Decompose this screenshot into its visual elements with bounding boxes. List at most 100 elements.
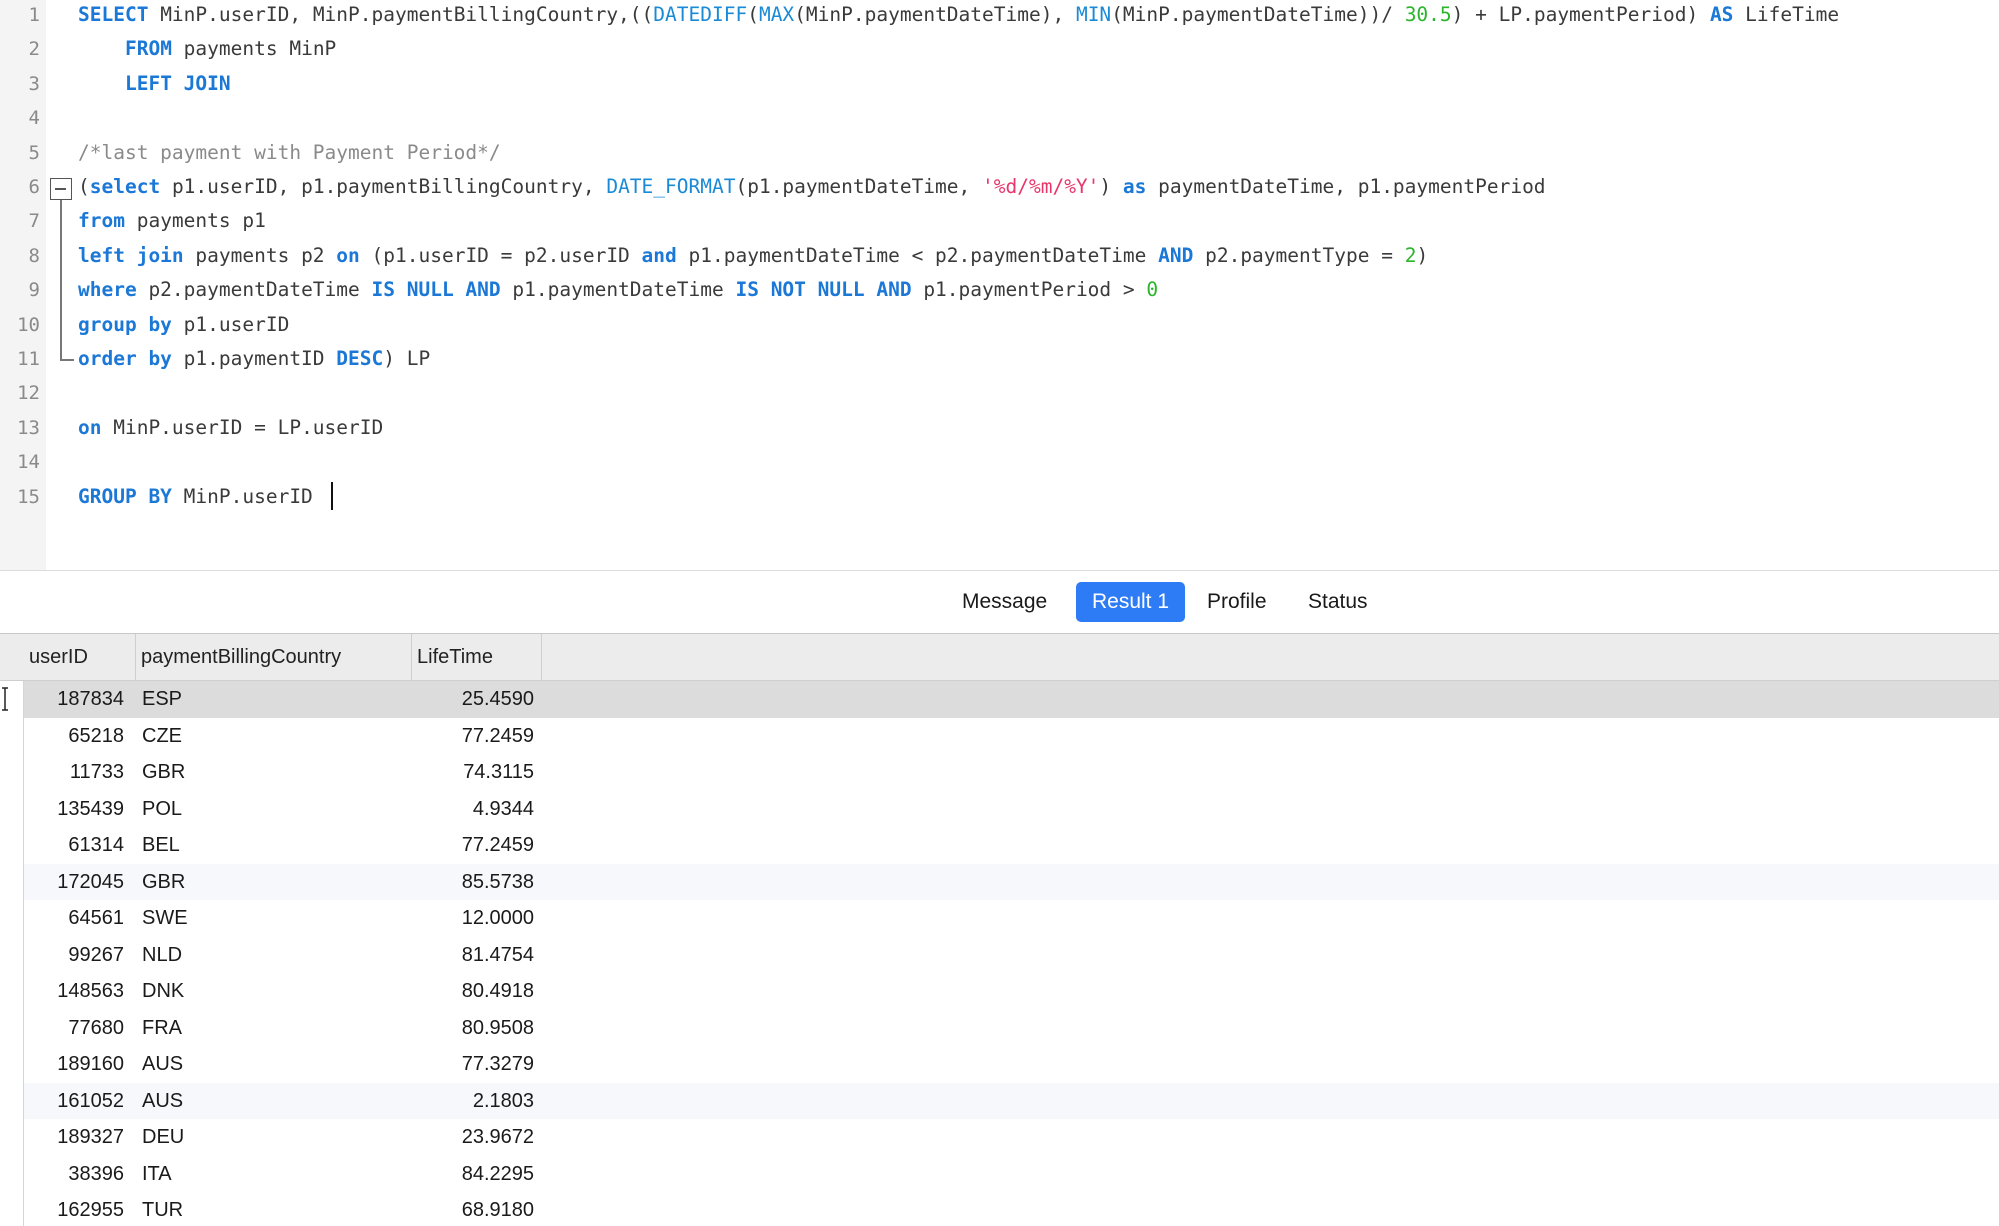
cell-paymentbillingcountry[interactable]: AUS xyxy=(142,1046,342,1083)
cell-userid[interactable]: 11733 xyxy=(24,754,130,791)
cell-userid[interactable]: 161052 xyxy=(24,1083,130,1120)
cell-lifetime[interactable]: 85.5738 xyxy=(324,864,534,901)
cell-paymentbillingcountry[interactable]: NLD xyxy=(142,937,342,974)
table-row[interactable]: 77680 FRA 80.9508 xyxy=(24,1010,1999,1047)
table-row[interactable]: 65218 CZE 77.2459 xyxy=(24,718,1999,755)
cell-userid[interactable]: 135439 xyxy=(24,791,130,828)
code-token: ) xyxy=(1099,175,1123,198)
cell-userid[interactable]: 189160 xyxy=(24,1046,130,1083)
cell-lifetime[interactable]: 2.1803 xyxy=(324,1083,534,1120)
cell-lifetime[interactable]: 74.3115 xyxy=(324,754,534,791)
code-line[interactable]: GROUP BY MinP.userID xyxy=(78,480,313,514)
cell-userid[interactable]: 38396 xyxy=(24,1156,130,1193)
tab-profile[interactable]: Profile xyxy=(1193,582,1281,622)
code-token: (MinP.paymentDateTime), xyxy=(794,3,1076,26)
tab-status[interactable]: Status xyxy=(1294,582,1382,622)
cell-lifetime[interactable]: 4.9344 xyxy=(324,791,534,828)
cell-paymentbillingcountry[interactable]: GBR xyxy=(142,864,342,901)
tab-result-1[interactable]: Result 1 xyxy=(1076,582,1185,622)
fold-guide-end xyxy=(60,359,74,361)
tab-message[interactable]: Message xyxy=(948,582,1061,622)
cell-paymentbillingcountry[interactable]: CZE xyxy=(142,718,342,755)
code-line[interactable]: left join payments p2 on (p1.userID = p2… xyxy=(78,239,1428,273)
cell-userid[interactable]: 148563 xyxy=(24,973,130,1010)
line-number: 14 xyxy=(17,451,40,474)
code-token: select xyxy=(89,175,161,198)
table-row[interactable]: 148563 DNK 80.4918 xyxy=(24,973,1999,1010)
line-number: 6 xyxy=(28,176,40,198)
cell-paymentbillingcountry[interactable]: BEL xyxy=(142,827,342,864)
cell-paymentbillingcountry[interactable]: DEU xyxy=(142,1119,342,1156)
result-grid[interactable]: userID paymentBillingCountry LifeTime 18… xyxy=(0,634,1999,1226)
table-row[interactable]: 61314 BEL 77.2459 xyxy=(24,827,1999,864)
cell-lifetime[interactable]: 77.2459 xyxy=(324,827,534,864)
code-line[interactable]: on MinP.userID = LP.userID xyxy=(78,411,383,445)
cell-userid[interactable]: 77680 xyxy=(24,1010,130,1047)
cell-lifetime[interactable]: 80.4918 xyxy=(324,973,534,1010)
cell-lifetime[interactable]: 80.9508 xyxy=(324,1010,534,1047)
table-row[interactable]: 161052 AUS 2.1803 xyxy=(24,1082,1999,1120)
code-line[interactable]: (select p1.userID, p1.paymentBillingCoun… xyxy=(78,170,1546,204)
cell-userid[interactable]: 172045 xyxy=(24,864,130,901)
cell-paymentbillingcountry[interactable]: GBR xyxy=(142,754,342,791)
cell-lifetime[interactable]: 84.2295 xyxy=(324,1156,534,1193)
cell-lifetime[interactable]: 81.4754 xyxy=(324,937,534,974)
code-token: SELECT xyxy=(78,3,149,26)
code-line[interactable]: /*last payment with Payment Period*/ xyxy=(78,136,501,170)
cell-paymentbillingcountry[interactable]: SWE xyxy=(142,900,342,937)
cell-paymentbillingcountry[interactable]: AUS xyxy=(142,1083,342,1120)
code-line[interactable]: order by p1.paymentID DESC) LP xyxy=(78,342,430,376)
cell-userid[interactable]: 189327 xyxy=(24,1119,130,1156)
cell-userid[interactable]: 162955 xyxy=(24,1192,130,1226)
cell-lifetime[interactable]: 68.9180 xyxy=(324,1192,534,1226)
cell-userid[interactable]: 61314 xyxy=(24,827,130,864)
table-row[interactable]: 187834 ESP 25.4590 xyxy=(24,681,1999,718)
cell-userid[interactable]: 99267 xyxy=(24,937,130,974)
code-line[interactable]: from payments p1 xyxy=(78,204,266,238)
cell-paymentbillingcountry[interactable]: TUR xyxy=(142,1192,342,1226)
sql-editor[interactable]: 1 2 3 4 5 6 7 8 9 10 11 12 13 14 15 SELECT MinP.userID… xyxy=(0,0,1999,570)
cell-userid[interactable]: 187834 xyxy=(24,681,130,718)
code-token: payments p2 xyxy=(183,243,337,267)
code-token: MinP.userID xyxy=(171,484,313,508)
cell-lifetime[interactable]: 12.0000 xyxy=(324,900,534,937)
fold-collapse-icon[interactable] xyxy=(50,178,72,200)
table-row[interactable]: 38396 ITA 84.2295 xyxy=(24,1156,1999,1193)
cell-lifetime[interactable]: 77.2459 xyxy=(324,718,534,755)
row-selector-gutter[interactable] xyxy=(0,681,24,1226)
table-row[interactable]: 189160 AUS 77.3279 xyxy=(24,1046,1999,1083)
code-line[interactable]: SELECT MinP.userID, MinP.paymentBillingC… xyxy=(78,0,1839,32)
table-row[interactable]: 189327 DEU 23.9672 xyxy=(24,1119,1999,1156)
code-line[interactable]: LEFT JOIN xyxy=(78,67,231,101)
code-token: IS NULL AND xyxy=(371,278,501,302)
code-token: on xyxy=(336,243,360,267)
table-row[interactable]: 11733 GBR 74.3115 xyxy=(24,754,1999,791)
table-row[interactable]: 64561 SWE 12.0000 xyxy=(24,900,1999,937)
code-line[interactable]: FROM payments MinP xyxy=(78,32,336,66)
code-line[interactable]: group by p1.userID xyxy=(78,308,289,342)
code-token: MIN xyxy=(1075,3,1112,26)
table-row[interactable]: 99267 NLD 81.4754 xyxy=(24,937,1999,974)
cell-paymentbillingcountry[interactable]: FRA xyxy=(142,1010,342,1047)
code-token: payments p1 xyxy=(124,209,266,233)
cell-paymentbillingcountry[interactable]: ITA xyxy=(142,1156,342,1193)
code-token: group by xyxy=(78,312,172,336)
cell-paymentbillingcountry[interactable]: POL xyxy=(142,791,342,828)
column-header-userid[interactable]: userID xyxy=(24,634,136,680)
cell-paymentbillingcountry[interactable]: DNK xyxy=(142,973,342,1010)
table-row[interactable]: 135439 POL 4.9344 xyxy=(24,791,1999,828)
cell-lifetime[interactable]: 25.4590 xyxy=(324,681,534,718)
cell-userid[interactable]: 65218 xyxy=(24,718,130,755)
cell-lifetime[interactable]: 77.3279 xyxy=(324,1046,534,1083)
table-row[interactable]: 172045 GBR 85.5738 xyxy=(24,863,1999,901)
table-row[interactable]: 162955 TUR 68.9180 xyxy=(24,1192,1999,1226)
column-header-paymentbillingcountry[interactable]: paymentBillingCountry xyxy=(136,634,412,680)
cell-userid[interactable]: 64561 xyxy=(24,900,130,937)
cell-paymentbillingcountry[interactable]: ESP xyxy=(142,681,342,718)
grid-header: userID paymentBillingCountry LifeTime xyxy=(0,634,1999,681)
code-token: ) + LP.paymentPeriod) xyxy=(1451,3,1710,26)
code-token: p1.userID, p1.paymentBillingCountry, xyxy=(160,175,607,198)
cell-lifetime[interactable]: 23.9672 xyxy=(324,1119,534,1156)
code-line[interactable]: where p2.paymentDateTime IS NULL AND p1.… xyxy=(78,273,1158,307)
column-header-lifetime[interactable]: LifeTime xyxy=(412,634,542,680)
